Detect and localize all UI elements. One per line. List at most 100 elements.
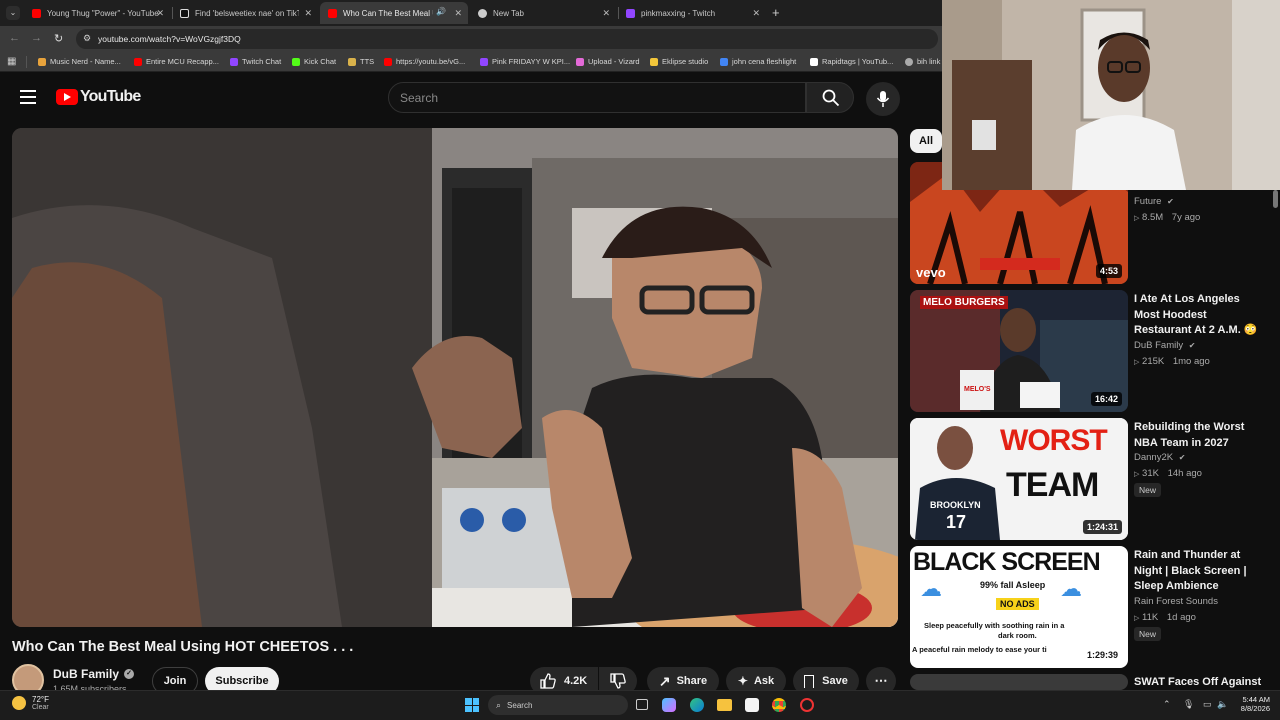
reload-icon[interactable]: ↻ xyxy=(54,32,63,45)
recommendations-sidebar: All vevo 4:53 Future ✔ ▷ 8.5M 7y ago MEL… xyxy=(905,124,1280,690)
video-meta: ▷ 8.5M 7y ago xyxy=(1134,212,1201,223)
close-icon[interactable]: ✕ xyxy=(454,8,462,19)
bookmark-rapidtags[interactable]: Rapidtags | YouTub... xyxy=(810,57,893,66)
back-arrow-icon[interactable]: ← xyxy=(9,32,20,44)
forward-arrow-icon[interactable]: → xyxy=(31,32,42,44)
youtube-icon xyxy=(32,8,41,18)
network-icon[interactable]: ▭ xyxy=(1203,699,1212,710)
search-input[interactable]: Search xyxy=(388,82,806,113)
bookmark-blue-icon xyxy=(720,57,728,66)
bookmark-tts[interactable]: TTS xyxy=(348,57,374,66)
chevron-up-icon[interactable]: ⌃ xyxy=(1163,699,1171,710)
bookmark-music-nerd[interactable]: Music Nerd - Name... xyxy=(38,57,121,66)
browser-tab-strip: ⌄ Young Thug "Power" - YouTube ✕ Find 'b… xyxy=(0,0,942,26)
recommended-video[interactable]: BROOKLYN 17 WORST TEAM 1:24:31 Rebuildin… xyxy=(905,418,1265,542)
channel-name: DuB Family ✔ xyxy=(1134,340,1196,351)
bookmark-mcu-recap[interactable]: Entire MCU Recapp... xyxy=(134,57,219,66)
volume-icon[interactable]: 🔈 xyxy=(1217,699,1228,710)
speaker-icon[interactable]: 🔊 xyxy=(436,7,446,16)
rain-cloud-icon: ☁ xyxy=(920,576,942,601)
store-icon[interactable] xyxy=(745,698,759,712)
new-tab-button[interactable]: + xyxy=(772,5,780,20)
search-button[interactable] xyxy=(806,82,854,113)
vizard-icon xyxy=(576,57,584,66)
microphone-icon[interactable]: 🎙 xyxy=(1183,699,1194,710)
tab-twitch[interactable]: pinkmaxxing - Twitch ✕ xyxy=(618,2,766,24)
video-title[interactable]: SWAT Faces Off Against xyxy=(1134,675,1265,690)
recommended-video[interactable]: MELO BURGERS MELO'S 16:42 I Ate At Los A… xyxy=(905,290,1265,414)
twitch-icon xyxy=(626,8,635,18)
voice-search-button[interactable] xyxy=(866,82,900,116)
bookmark-pink-friday[interactable]: Pink FRIDAYY W KPI... xyxy=(480,57,570,66)
channel-name[interactable]: DuB Family ✓ xyxy=(53,667,135,681)
tab-search-icon[interactable]: ⌄ xyxy=(6,6,20,20)
like-count: 4.2K xyxy=(564,675,588,687)
sparkle-icon: ✦ xyxy=(737,674,748,688)
verified-check-icon: ✔ xyxy=(1167,197,1174,206)
tab-young-thug[interactable]: Young Thug "Power" - YouTube ✕ xyxy=(24,2,170,24)
youtube-logo[interactable]: YouTube xyxy=(56,88,141,106)
close-icon[interactable]: ✕ xyxy=(304,8,312,19)
tab-label: Young Thug "Power" - YouTube xyxy=(47,8,159,18)
youtube-header: YouTube Search xyxy=(0,72,942,124)
task-view-icon[interactable] xyxy=(636,699,648,710)
close-icon[interactable]: ✕ xyxy=(752,8,760,19)
video-thumbnail[interactable] xyxy=(910,674,1128,690)
close-icon[interactable]: ✕ xyxy=(602,8,610,19)
clock[interactable]: 5:44 AM 8/8/2026 xyxy=(1232,695,1270,713)
bookmark-kick-chat[interactable]: Kick Chat xyxy=(292,57,336,66)
tab-new-tab[interactable]: New Tab ✕ xyxy=(470,2,616,24)
video-player[interactable] xyxy=(12,128,898,627)
video-meta: ▷ 31K 14h ago xyxy=(1134,468,1202,479)
video-title[interactable]: Rebuilding the Worst NBA Team in 2027 xyxy=(1134,420,1259,451)
share-icon: ↗ xyxy=(658,672,671,689)
apps-grid-icon[interactable]: ▦ xyxy=(7,56,16,67)
video-thumbnail[interactable]: BROOKLYN 17 WORST TEAM 1:24:31 xyxy=(910,418,1128,540)
url-box[interactable]: ⚙ youtube.com/watch?v=WoVGzgjf3DQ xyxy=(76,29,938,49)
video-thumbnail[interactable]: MELO BURGERS MELO'S 16:42 xyxy=(910,290,1128,412)
app-icon[interactable] xyxy=(800,698,814,712)
thumb-label: 99% fall Asleep xyxy=(980,580,1046,590)
tab-current-video[interactable]: Who Can The Best Meal Us 🔊 ✕ xyxy=(320,2,468,24)
weather-widget[interactable]: 72°F Clear xyxy=(12,695,49,711)
edge-icon[interactable] xyxy=(690,698,704,712)
bookmark-twitch-chat[interactable]: Twitch Chat xyxy=(230,57,281,66)
scrollbar[interactable] xyxy=(1273,190,1278,208)
microphone-icon xyxy=(876,91,890,107)
thumb-caption: A peaceful rain melody to ease your ti xyxy=(912,645,1047,654)
views-icon: ▷ xyxy=(1134,215,1140,222)
webcam-overlay xyxy=(942,0,1280,190)
bookmark-eklipse[interactable]: Eklipse studio xyxy=(650,57,708,66)
no-ads-badge: NO ADS xyxy=(996,598,1039,610)
bookmark-youtu-be[interactable]: https://youtu.be/vG... xyxy=(384,57,465,66)
weather-icon xyxy=(12,696,26,710)
views-icon: ▷ xyxy=(1134,359,1140,366)
thumb-label: MELO'S xyxy=(964,386,991,393)
bookmark-john-cena[interactable]: john cena fleshlight xyxy=(720,57,796,66)
site-info-icon[interactable]: ⚙ xyxy=(83,33,91,44)
webcam-feed xyxy=(942,0,1280,190)
video-title[interactable]: Rain and Thunder at Night | Black Screen… xyxy=(1134,548,1259,595)
url-text[interactable]: youtube.com/watch?v=WoVGzgjf3DQ xyxy=(98,34,241,44)
windows-start-icon[interactable] xyxy=(465,698,479,712)
video-title[interactable]: I Ate At Los Angeles Most Hoodest Restau… xyxy=(1134,292,1259,339)
copilot-icon[interactable] xyxy=(662,698,676,712)
video-thumbnail[interactable]: BLACK SCREEN 99% fall Asleep ☁ ☁ NO ADS … xyxy=(910,546,1128,668)
search-placeholder: Search xyxy=(400,91,439,105)
thumb-caption: dark room. xyxy=(998,631,1037,640)
bookmark-vizard[interactable]: Upload - Vizard xyxy=(576,57,640,66)
youtube-play-icon xyxy=(56,89,78,105)
recommended-video[interactable]: BLACK SCREEN 99% fall Asleep ☁ ☁ NO ADS … xyxy=(905,546,1265,670)
tiktok-icon xyxy=(180,8,189,18)
chrome-icon[interactable] xyxy=(772,698,786,712)
close-icon[interactable]: ✕ xyxy=(156,8,164,19)
bookmark-bih-link[interactable]: bih link xyxy=(905,57,940,66)
menu-icon[interactable] xyxy=(20,90,36,104)
file-explorer-icon[interactable] xyxy=(717,699,732,711)
bookmarks-bar: ▦ Music Nerd - Name... Entire MCU Recapp… xyxy=(0,52,942,72)
chip-all[interactable]: All xyxy=(910,129,942,153)
tab-tiktok[interactable]: Find 'belsweetiex nae' on TikTok ✕ xyxy=(172,2,318,24)
thumb-caption: Sleep peacefully with soothing rain in a xyxy=(924,621,1065,630)
recommended-video[interactable]: SWAT Faces Off Against xyxy=(905,674,1265,690)
taskbar-search[interactable]: ⌕ Search xyxy=(488,695,628,715)
